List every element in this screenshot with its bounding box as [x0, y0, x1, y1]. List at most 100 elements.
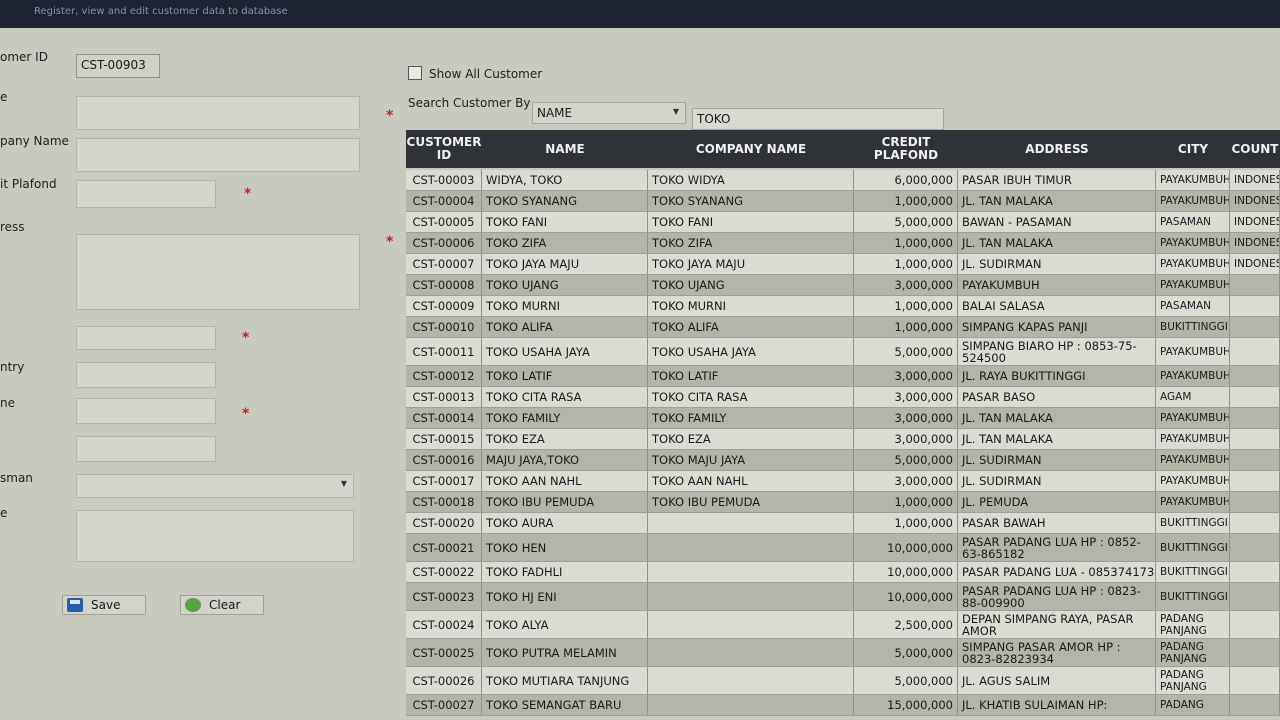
table-row[interactable]: CST-00016 MAJU JAYA,TOKO TOKO MAJU JAYA 5,0… [406, 450, 1280, 471]
country-label: ntry [0, 360, 25, 374]
customer-grid: CUSTOMER ID NAME COMPANY NAME CREDIT PLA… [406, 130, 1280, 720]
table-row[interactable]: CST-00010 TOKO ALIFA TOKO ALIFA 1,000,000 SI… [406, 317, 1280, 338]
country-field[interactable] [76, 362, 216, 388]
cell-name: TOKO PUTRA MELAMIN [482, 639, 648, 666]
cell-company-name: TOKO FANI [648, 212, 854, 232]
cell-name: MAJU JAYA,TOKO [482, 450, 648, 470]
table-row[interactable]: CST-00015 TOKO EZA TOKO EZA 3,000,000 JL. TA… [406, 429, 1280, 450]
table-row[interactable]: CST-00007 TOKO JAYA MAJU TOKO JAYA MAJU 1,0… [406, 254, 1280, 275]
cell-country [1230, 583, 1280, 610]
table-row[interactable]: CST-00017 TOKO AAN NAHL TOKO AAN NAHL 3,000… [406, 471, 1280, 492]
table-row[interactable]: CST-00023 TOKO HJ ENI 10,000,000 PASAR PADA… [406, 583, 1280, 611]
cell-country: INDONES [1230, 254, 1280, 274]
cell-city: PASAMAN [1156, 296, 1230, 316]
cell-city: PAYAKUMBUH [1156, 492, 1230, 512]
credit-plafond-field[interactable] [76, 180, 216, 208]
cell-address: JL. RAYA BUKITTINGGI [958, 366, 1156, 386]
cell-company-name: TOKO MAJU JAYA [648, 450, 854, 470]
header-name[interactable]: NAME [482, 130, 648, 168]
cell-address: JL. PEMUDA [958, 492, 1156, 512]
header-address[interactable]: ADDRESS [958, 130, 1156, 168]
cell-address: PAYAKUMBUH [958, 275, 1156, 295]
cell-country [1230, 387, 1280, 407]
table-row[interactable]: CST-00005 TOKO FANI TOKO FANI 5,000,000 BAWA… [406, 212, 1280, 233]
cell-country [1230, 275, 1280, 295]
cell-city: PADANG PANJANG [1156, 667, 1230, 694]
cell-customer-id: CST-00020 [406, 513, 482, 533]
table-row[interactable]: CST-00014 TOKO FAMILY TOKO FAMILY 3,000,000… [406, 408, 1280, 429]
cell-name: TOKO ALIFA [482, 317, 648, 337]
header-company-name[interactable]: COMPANY NAME [648, 130, 854, 168]
cell-name: TOKO USAHA JAYA [482, 338, 648, 365]
header-city[interactable]: CITY [1156, 130, 1230, 168]
table-row[interactable]: CST-00009 TOKO MURNI TOKO MURNI 1,000,000 BA… [406, 296, 1280, 317]
cell-customer-id: CST-00022 [406, 562, 482, 582]
save-button[interactable]: Save [62, 595, 146, 615]
grid-header: CUSTOMER ID NAME COMPANY NAME CREDIT PLA… [406, 130, 1280, 168]
required-marker: * [386, 234, 394, 250]
cell-name: TOKO AAN NAHL [482, 471, 648, 491]
address-label: ress [0, 220, 25, 234]
address-field[interactable] [76, 234, 360, 310]
cell-name: TOKO FANI [482, 212, 648, 232]
cell-credit-plafond: 1,000,000 [854, 317, 958, 337]
salesman-combo[interactable]: ▼ [76, 474, 354, 498]
table-row[interactable]: CST-00013 TOKO CITA RASA TOKO CITA RASA 3,0… [406, 387, 1280, 408]
required-marker: * [244, 186, 252, 202]
cell-country: INDONES [1230, 212, 1280, 232]
table-row[interactable]: CST-00012 TOKO LATIF TOKO LATIF 3,000,000 JL… [406, 366, 1280, 387]
cell-customer-id: CST-00018 [406, 492, 482, 512]
cell-credit-plafond: 3,000,000 [854, 387, 958, 407]
table-row[interactable]: CST-00003 WIDYA, TOKO TOKO WIDYA 6,000,000 P… [406, 170, 1280, 191]
table-row[interactable]: CST-00026 TOKO MUTIARA TANJUNG 5,000,000 JL… [406, 667, 1280, 695]
phone-field[interactable] [76, 398, 216, 424]
search-by-combo[interactable]: NAME ▼ [532, 102, 686, 124]
cell-credit-plafond: 10,000,000 [854, 583, 958, 610]
cell-company-name: TOKO UJANG [648, 275, 854, 295]
company-name-field[interactable] [76, 138, 360, 172]
cell-name: TOKO EZA [482, 429, 648, 449]
table-row[interactable]: CST-00011 TOKO USAHA JAYA TOKO USAHA JAYA 5… [406, 338, 1280, 366]
cell-customer-id: CST-00012 [406, 366, 482, 386]
cell-address: PASAR BAWAH [958, 513, 1156, 533]
cell-customer-id: CST-00026 [406, 667, 482, 694]
cell-city: AGAM [1156, 387, 1230, 407]
header-credit-plafond[interactable]: CREDIT PLAFOND [854, 130, 958, 168]
note-field[interactable] [76, 510, 354, 562]
cell-address: PASAR PADANG LUA - 085374173654 [958, 562, 1156, 582]
table-row[interactable]: CST-00004 TOKO SYANANG TOKO SYANANG 1,000,0… [406, 191, 1280, 212]
credit-plafond-label: it Plafond [0, 177, 57, 191]
table-row[interactable]: CST-00022 TOKO FADHLI 10,000,000 PASAR PADA… [406, 562, 1280, 583]
cell-address: SIMPANG PASAR AMOR HP : 0823-82823934 [958, 639, 1156, 666]
cell-company-name: TOKO JAYA MAJU [648, 254, 854, 274]
table-row[interactable]: CST-00021 TOKO HEN 10,000,000 PASAR PADANG … [406, 534, 1280, 562]
table-row[interactable]: CST-00027 TOKO SEMANGAT BARU 15,000,000 JL.… [406, 695, 1280, 716]
cell-address: JL. TAN MALAKA [958, 408, 1156, 428]
name-field[interactable] [76, 96, 360, 130]
table-row[interactable]: CST-00008 TOKO UJANG TOKO UJANG 3,000,000 PA… [406, 275, 1280, 296]
cell-city: PAYAKUMBUH [1156, 429, 1230, 449]
fax-field[interactable] [76, 436, 216, 462]
table-row[interactable]: CST-00020 TOKO AURA 1,000,000 PASAR BAWAH BU… [406, 513, 1280, 534]
show-all-checkbox[interactable] [408, 66, 422, 80]
cell-company-name: TOKO IBU PEMUDA [648, 492, 854, 512]
table-row[interactable]: CST-00024 TOKO ALYA 2,500,000 DEPAN SIMPANG… [406, 611, 1280, 639]
table-row[interactable]: CST-00018 TOKO IBU PEMUDA TOKO IBU PEMUDA 1… [406, 492, 1280, 513]
cell-customer-id: CST-00025 [406, 639, 482, 666]
table-row[interactable]: CST-00006 TOKO ZIFA TOKO ZIFA 1,000,000 JL. … [406, 233, 1280, 254]
cell-country [1230, 611, 1280, 638]
cell-city: PAYAKUMBUH [1156, 471, 1230, 491]
cell-city: PAYAKUMBUH [1156, 233, 1230, 253]
clear-button[interactable]: Clear [180, 595, 264, 615]
header-country[interactable]: COUNT [1230, 130, 1280, 168]
table-row[interactable]: CST-00025 TOKO PUTRA MELAMIN 5,000,000 SIMP… [406, 639, 1280, 667]
header-customer-id[interactable]: CUSTOMER ID [406, 130, 482, 168]
city-field[interactable] [76, 326, 216, 350]
cell-credit-plafond: 1,000,000 [854, 254, 958, 274]
customer-id-label: omer ID [0, 50, 48, 64]
cell-company-name [648, 695, 854, 715]
cell-city: PADANG [1156, 695, 1230, 715]
cell-customer-id: CST-00006 [406, 233, 482, 253]
search-input[interactable]: TOKO [692, 108, 944, 130]
cell-customer-id: CST-00010 [406, 317, 482, 337]
